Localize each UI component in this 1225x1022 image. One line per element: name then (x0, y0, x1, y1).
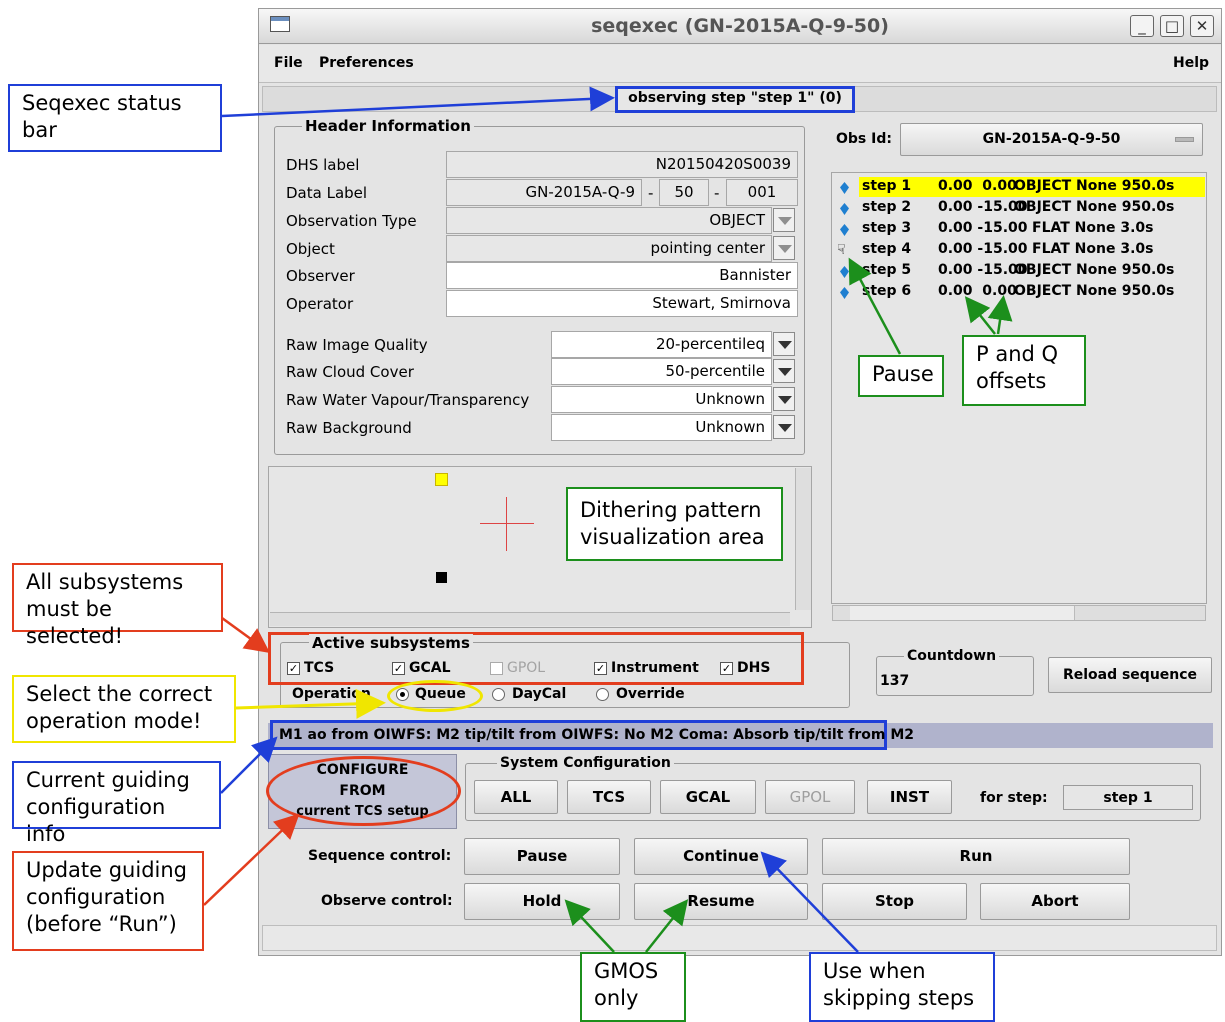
arrow-gmos-resume (645, 899, 689, 953)
annotation-arrows (203, 86, 1013, 953)
arrow-update-guiding (203, 813, 300, 906)
arrow-guiding (220, 736, 278, 794)
arrow-pause (848, 257, 902, 355)
arrow-skip-steps (760, 851, 859, 953)
arrow-status-bar (221, 86, 615, 118)
arrow-operation (235, 688, 386, 719)
arrow-subsystems (221, 616, 271, 653)
arrow-p-offset (964, 296, 996, 335)
arrow-q-offset (987, 295, 1013, 335)
arrow-gmos-hold (564, 899, 615, 953)
